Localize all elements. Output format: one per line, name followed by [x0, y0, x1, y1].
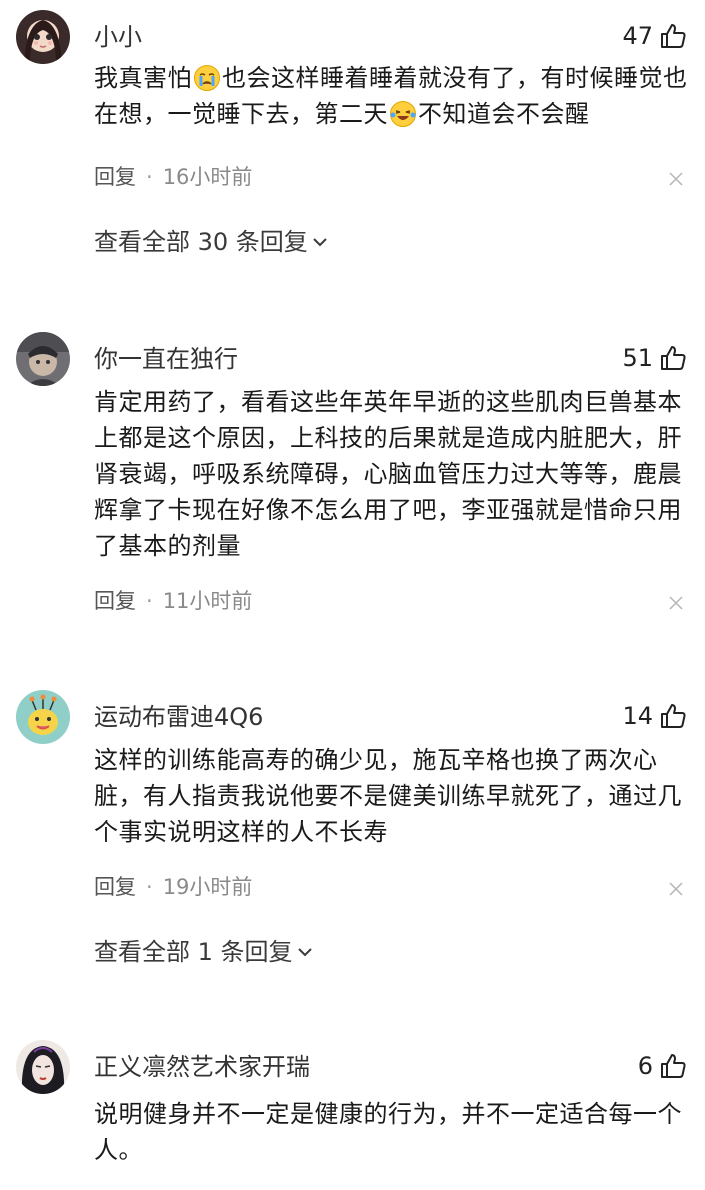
view-replies-button[interactable]: 查看全部 30 条回复 — [94, 226, 328, 258]
laughing-tears-emoji — [390, 101, 416, 127]
comment-item: 你一直在独行 51 肯定用药了，看看这些年英年早逝的这些肌肉巨兽基本上都是这个原… — [0, 332, 705, 622]
comment-item: 小小 47 我真害怕 也会这样睡着睡着就没有了，有时候睡觉也在想，一觉睡下去，第二… — [0, 10, 705, 270]
thumbs-up-icon — [661, 24, 686, 48]
like-count: 47 — [622, 22, 653, 50]
timestamp: 16小时前 — [162, 165, 253, 189]
thumbs-up-icon — [661, 704, 686, 728]
separator-dot: · — [146, 589, 153, 613]
view-replies-label: 查看全部 1 条回复 — [94, 938, 293, 966]
close-icon[interactable] — [669, 596, 683, 610]
comment-item: 正义凛然艺术家开瑞 6 说明健身并不一定是健康的行为，并不一定适合每一个人。 — [0, 1040, 705, 1190]
like-count: 6 — [637, 1052, 653, 1080]
username[interactable]: 正义凛然艺术家开瑞 — [94, 1052, 310, 1082]
comment-meta: 回复 · 19小时前 — [94, 872, 252, 902]
username[interactable]: 你一直在独行 — [94, 344, 238, 374]
chevron-down-icon — [313, 238, 327, 247]
comment-meta: 回复 · 16小时前 — [94, 162, 252, 192]
avatar[interactable] — [16, 690, 70, 744]
crying-face-emoji — [194, 65, 220, 91]
comment-meta: 回复 · 11小时前 — [94, 586, 252, 616]
thumbs-up-icon — [661, 1054, 686, 1078]
thumbs-up-icon — [661, 346, 686, 370]
timestamp: 19小时前 — [162, 875, 253, 899]
reply-button[interactable]: 回复 — [94, 162, 136, 192]
comment-text: 我真害怕 也会这样睡着睡着就没有了，有时候睡觉也在想，一觉睡下去，第二天 不知道会不… — [94, 64, 688, 128]
comment-text: 肯定用药了，看看这些年英年早逝的这些肌肉巨兽基本上都是这个原因，上科技的后果就是… — [94, 388, 682, 560]
username[interactable]: 小小 — [94, 22, 142, 52]
avatar[interactable] — [16, 10, 70, 64]
view-replies-label: 查看全部 30 条回复 — [94, 228, 308, 256]
comment-text: 说明健身并不一定是健康的行为，并不一定适合每一个人。 — [94, 1100, 682, 1164]
avatar[interactable] — [16, 332, 70, 386]
username[interactable]: 运动布雷迪4Q6 — [94, 702, 263, 732]
like-count: 14 — [622, 702, 653, 730]
separator-dot: · — [146, 875, 153, 899]
like-button[interactable]: 14 — [622, 700, 687, 732]
reply-button[interactable]: 回复 — [94, 586, 136, 616]
like-button[interactable]: 51 — [622, 342, 687, 374]
separator-dot: · — [146, 165, 153, 189]
avatar[interactable] — [16, 1040, 70, 1094]
close-icon[interactable] — [669, 882, 683, 896]
like-button[interactable]: 6 — [638, 1050, 687, 1082]
timestamp: 11小时前 — [162, 589, 253, 613]
reply-button[interactable]: 回复 — [94, 872, 136, 902]
close-icon[interactable] — [669, 172, 683, 186]
like-count: 51 — [622, 344, 653, 372]
chevron-down-icon — [297, 948, 312, 957]
view-replies-button[interactable]: 查看全部 1 条回复 — [94, 936, 313, 968]
like-button[interactable]: 47 — [622, 20, 687, 52]
comment-item: 运动布雷迪4Q6 14 这样的训练能高寿的确少见，施瓦辛格也换了两次心脏，有人指… — [0, 690, 705, 980]
comment-text: 这样的训练能高寿的确少见，施瓦辛格也换了两次心脏，有人指责我说他要不是健美训练早… — [94, 746, 682, 846]
